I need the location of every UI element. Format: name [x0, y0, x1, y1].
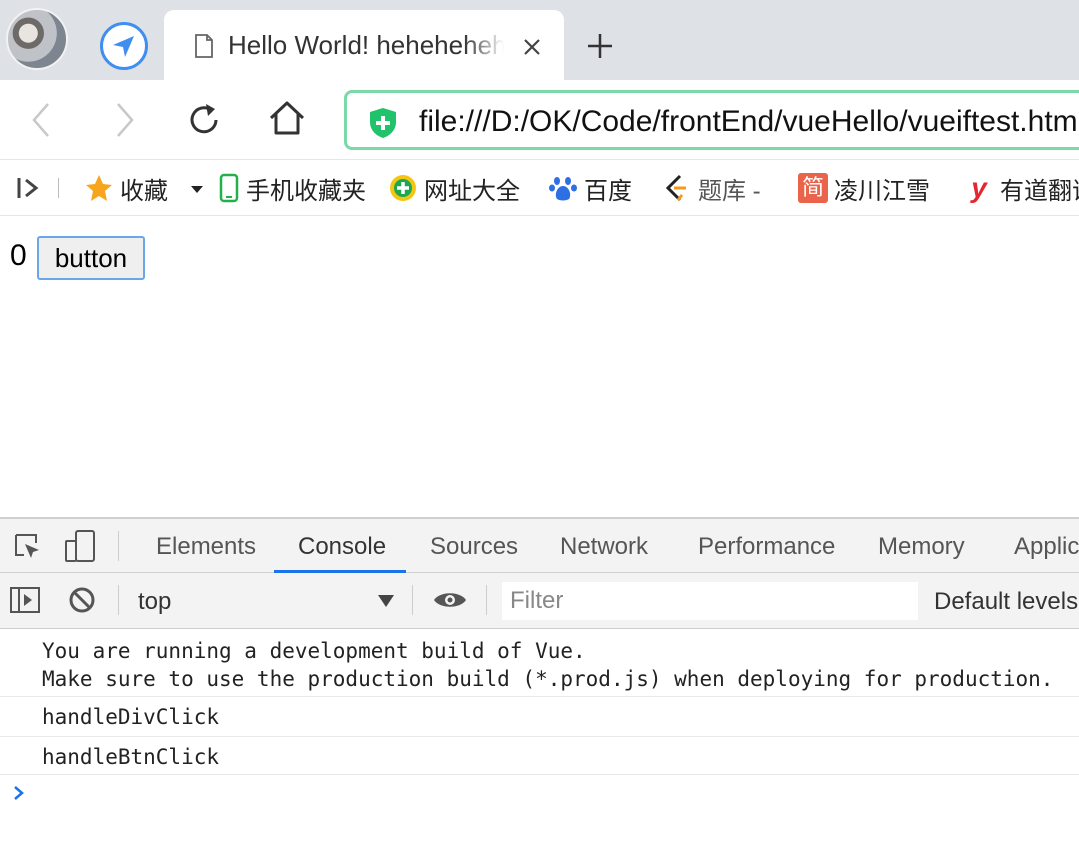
- bookmark-label: 收藏: [120, 177, 168, 205]
- bookmark-label: 手机收藏夹: [246, 177, 366, 205]
- new-tab-icon[interactable]: [584, 30, 616, 62]
- console-message: You are running a development build of V…: [0, 629, 1079, 697]
- chevron-down-icon[interactable]: [378, 595, 394, 607]
- divider: [118, 531, 119, 561]
- divider: [118, 585, 119, 615]
- eye-icon[interactable]: [432, 589, 468, 611]
- address-bar[interactable]: file:///D:/OK/Code/frontEnd/vueHello/vue…: [344, 90, 1079, 150]
- active-tab[interactable]: Hello World! hehehehehe: [164, 10, 564, 80]
- filter-input[interactable]: [502, 582, 918, 620]
- document-icon: [195, 34, 213, 58]
- forward-icon[interactable]: [104, 100, 144, 140]
- bookmark-mobile[interactable]: 手机收藏夹: [218, 172, 366, 205]
- device-toolbar-icon[interactable]: [64, 529, 96, 563]
- inspect-element-icon[interactable]: [12, 531, 42, 561]
- youdao-icon: y: [971, 172, 987, 203]
- close-icon[interactable]: [520, 35, 544, 59]
- console-message-text: You are running a development build of V…: [42, 639, 586, 663]
- bookmark-question-bank[interactable]: 题库 -: [662, 172, 761, 205]
- shield-icon: [370, 108, 396, 138]
- log-levels-dropdown[interactable]: Default levels: [934, 588, 1078, 616]
- bookmark-label: 网址大全: [424, 177, 520, 205]
- console-message-text: handleDivClick: [42, 705, 220, 729]
- tab-sources[interactable]: Sources: [430, 533, 518, 561]
- navigation-icon[interactable]: [100, 22, 148, 70]
- tab-network[interactable]: Network: [560, 533, 648, 561]
- console-message-text: Make sure to use the production build (*…: [42, 667, 1054, 691]
- phone-icon: [219, 173, 239, 203]
- bookmark-jianshu[interactable]: 简 凌川江雪: [798, 172, 930, 205]
- devtools-tab-bar: Elements Console Sources Network Perform…: [0, 519, 1079, 573]
- counter-value: 0: [10, 239, 27, 272]
- bookmark-favorites[interactable]: 收藏: [84, 172, 168, 205]
- devtools-panel: Elements Console Sources Network Perform…: [0, 517, 1079, 841]
- bookmarks-bar: 收藏 手机收藏夹 网址大全 百度 题库 - 简 凌川江雪 y 有道翻: [0, 160, 1079, 216]
- page-content: 0 button: [0, 217, 1079, 517]
- divider: [486, 585, 487, 615]
- context-selector[interactable]: top: [138, 588, 171, 616]
- sidebar-toggle-icon[interactable]: [10, 587, 40, 613]
- bookmark-label: 百度: [584, 177, 632, 205]
- back-icon[interactable]: [22, 100, 62, 140]
- sidebar-toggle-icon[interactable]: [16, 176, 42, 200]
- user-avatar[interactable]: [6, 8, 68, 70]
- star-icon: [86, 175, 112, 201]
- bookmark-label: 题库 -: [698, 177, 761, 205]
- tab-title: Hello World! hehehehehe: [228, 30, 504, 64]
- paw-icon: [549, 177, 577, 201]
- page-button[interactable]: button: [37, 236, 145, 280]
- reload-icon[interactable]: [184, 100, 224, 140]
- clear-console-icon[interactable]: [68, 586, 96, 614]
- console-toolbar: top Default levels: [0, 573, 1079, 629]
- tab-strip: Hello World! hehehehehe: [0, 0, 1079, 80]
- bookmark-label: 有道翻译: [1000, 177, 1079, 205]
- bookmark-label: 凌川江雪: [834, 177, 930, 205]
- tab-console[interactable]: Console: [298, 533, 386, 561]
- url-text: file:///D:/OK/Code/frontEnd/vueHello/vue…: [419, 105, 1079, 138]
- browser-toolbar: file:///D:/OK/Code/frontEnd/vueHello/vue…: [0, 80, 1079, 160]
- console-message-text: handleBtnClick: [42, 745, 220, 769]
- bookmark-baidu[interactable]: 百度: [548, 172, 632, 205]
- divider: [412, 585, 413, 615]
- tab-application[interactable]: Application: [1014, 533, 1079, 561]
- divider: [58, 178, 59, 198]
- bookmark-directory[interactable]: 网址大全: [388, 172, 520, 205]
- plus-globe-icon: [390, 175, 416, 201]
- leetcode-icon: [665, 174, 686, 202]
- chevron-down-icon[interactable]: [190, 184, 204, 194]
- console-prompt-icon[interactable]: [12, 784, 26, 802]
- bookmark-youdao[interactable]: y 有道翻译: [964, 172, 1079, 205]
- tab-memory[interactable]: Memory: [878, 533, 965, 561]
- tab-performance[interactable]: Performance: [698, 533, 835, 561]
- console-message: handleBtnClick: [0, 737, 1079, 775]
- home-icon[interactable]: [267, 98, 307, 138]
- tab-elements[interactable]: Elements: [156, 533, 256, 561]
- jian-icon: 简: [798, 173, 828, 203]
- console-message: handleDivClick: [0, 697, 1079, 737]
